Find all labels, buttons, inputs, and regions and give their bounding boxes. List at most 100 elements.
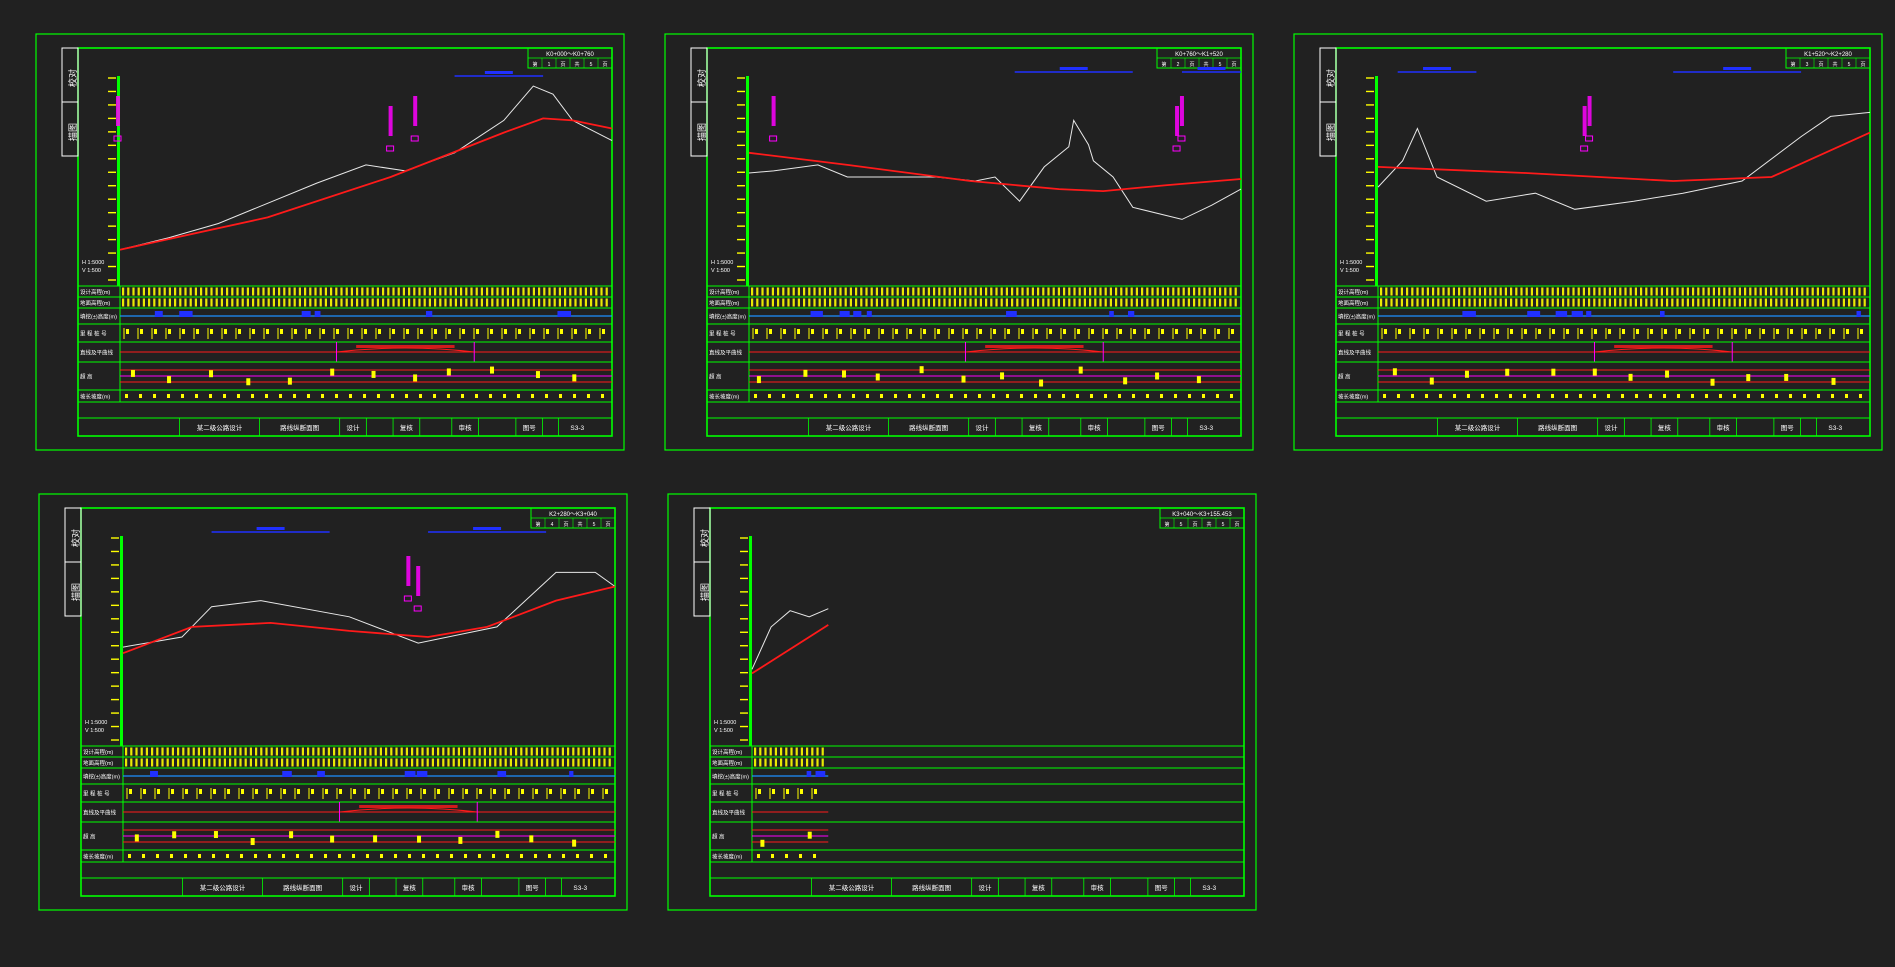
elevation-value-mark — [291, 747, 294, 756]
elevation-value-mark — [338, 747, 341, 756]
elevation-value-mark — [1702, 298, 1705, 307]
station-value-mark — [353, 789, 356, 794]
elevation-value-mark — [995, 287, 998, 296]
elevation-value-mark — [348, 758, 351, 767]
elevation-value-mark — [374, 747, 377, 756]
elevation-value-mark — [1130, 298, 1133, 307]
elevation-value-mark — [283, 298, 286, 307]
elevation-value-mark — [239, 747, 242, 756]
elevation-value-mark — [312, 747, 315, 756]
elevation-value-mark — [1000, 287, 1003, 296]
elevation-value-mark — [1161, 287, 1164, 296]
elevation-value-mark — [756, 298, 759, 307]
elevation-value-mark — [1484, 287, 1487, 296]
side-label-check: 校对 — [699, 529, 710, 547]
elevation-value-mark — [208, 758, 211, 767]
stake-range-label: K3+040～K3+155.453 — [1172, 512, 1232, 518]
elevation-value-mark — [434, 287, 437, 296]
station-value-mark — [322, 329, 325, 334]
cad-drawing-canvas: 校对描图K0+000～K0+760第 1 页共 5 页H 1:5000V 1:500设计… — [35, 33, 1883, 911]
elevation-value-mark — [335, 298, 338, 307]
elevation-value-mark — [501, 287, 504, 296]
elevation-axis: H 1:5000 V 1:500 — [85, 536, 123, 746]
elevation-value-mark — [577, 758, 580, 767]
elevation-value-mark — [1135, 287, 1138, 296]
elevation-value-mark — [298, 298, 301, 307]
elevation-value-mark — [1749, 298, 1752, 307]
elevation-value-mark — [543, 287, 546, 296]
profile-sheets: 校对描图K0+000～K0+760第 1 页共 5 页H 1:5000V 1:500设计… — [35, 33, 1883, 911]
elevation-value-mark — [255, 747, 258, 756]
cut-fill-mark — [839, 311, 850, 317]
elevation-value-mark — [265, 758, 268, 767]
elevation-value-mark — [990, 298, 993, 307]
elevation-value-mark — [369, 758, 372, 767]
superelevation-value — [1196, 376, 1201, 384]
elevation-value-mark — [979, 287, 982, 296]
elevation-value-mark — [572, 747, 575, 756]
grade-value-mark — [1523, 394, 1526, 398]
elevation-value-mark — [811, 758, 814, 767]
profile-sheet: 校对描图 K3+040～K3+155.453第 5 页 共 5 页 H 1:5000 V 1:5… — [667, 493, 1257, 911]
elevation-value-mark — [1203, 298, 1206, 307]
station-value-mark — [409, 789, 412, 794]
grade-value-mark — [335, 394, 338, 398]
elevation-value-mark — [1504, 287, 1507, 296]
elevation-value-mark — [1816, 298, 1819, 307]
elevation-value-mark — [1016, 298, 1019, 307]
elevation-value-mark — [145, 758, 148, 767]
elevation-value-mark — [1515, 298, 1518, 307]
total-suffix: 页 — [1860, 62, 1865, 68]
grade-value-mark — [1607, 394, 1610, 398]
station-value-mark — [825, 329, 828, 334]
profile-data-table: 设计高程(m) 地面高程(m) 填挖(±)高度(m) 里 程 桩 号直线及平曲线超 高… — [78, 285, 612, 403]
side-label-trace: 描图 — [70, 583, 81, 601]
elevation-value-mark — [239, 758, 242, 767]
elevation-value-mark — [774, 747, 777, 756]
station-value-mark — [518, 329, 521, 334]
elevation-value-mark — [1447, 287, 1450, 296]
title-block: 某二级公路设计 路线纵断面图 设计 复核 审核 图号 S3-3 — [81, 877, 615, 896]
table-row-label: 地面高程(m) — [83, 759, 113, 767]
elevation-value-mark — [194, 287, 197, 296]
elevation-value-mark — [470, 287, 473, 296]
design-grade-line — [751, 624, 829, 675]
grade-value-mark — [447, 394, 450, 398]
elevation-value-mark — [137, 298, 140, 307]
grade-value-mark — [321, 394, 324, 398]
table-row-label: 坡长坡度(m) — [80, 393, 110, 401]
elevation-value-mark — [486, 287, 489, 296]
elevation-value-mark — [1109, 287, 1112, 296]
grade-value-mark — [950, 394, 953, 398]
elevation-value-mark — [1738, 287, 1741, 296]
superelevation-value — [167, 376, 172, 384]
grade-value-mark — [1649, 394, 1652, 398]
superelevation-value — [1784, 373, 1789, 381]
station-value-mark — [465, 789, 468, 794]
elevation-value-mark — [213, 758, 216, 767]
elevation-value-mark — [1458, 298, 1461, 307]
superelevation-value — [1592, 368, 1597, 376]
elevation-value-mark — [875, 287, 878, 296]
elevation-value-mark — [769, 758, 772, 767]
elevation-value-mark — [1395, 287, 1398, 296]
elevation-value-mark — [1400, 287, 1403, 296]
elevation-value-mark — [148, 298, 151, 307]
elevation-value-mark — [475, 287, 478, 296]
elevation-value-mark — [229, 747, 232, 756]
elevation-value-mark — [1707, 298, 1710, 307]
table-row-label: 地面高程(m) — [709, 299, 739, 307]
elevation-value-mark — [281, 758, 284, 767]
title-block: 某二级公路设计 路线纵断面图 设计 复核 审核 图号 S3-3 — [78, 417, 612, 436]
elevation-value-mark — [595, 298, 598, 307]
elevation-value-mark — [515, 747, 518, 756]
grade-value-mark — [128, 854, 131, 858]
elevation-value-mark — [1848, 298, 1851, 307]
elevation-value-mark — [400, 758, 403, 767]
grade-value-mark — [1481, 394, 1484, 398]
elevation-value-mark — [1063, 298, 1066, 307]
total-number: 5 — [593, 522, 596, 528]
station-value-mark — [350, 329, 353, 334]
station-value-mark — [507, 789, 510, 794]
horizontal-scale: H 1:5000 — [711, 260, 733, 266]
